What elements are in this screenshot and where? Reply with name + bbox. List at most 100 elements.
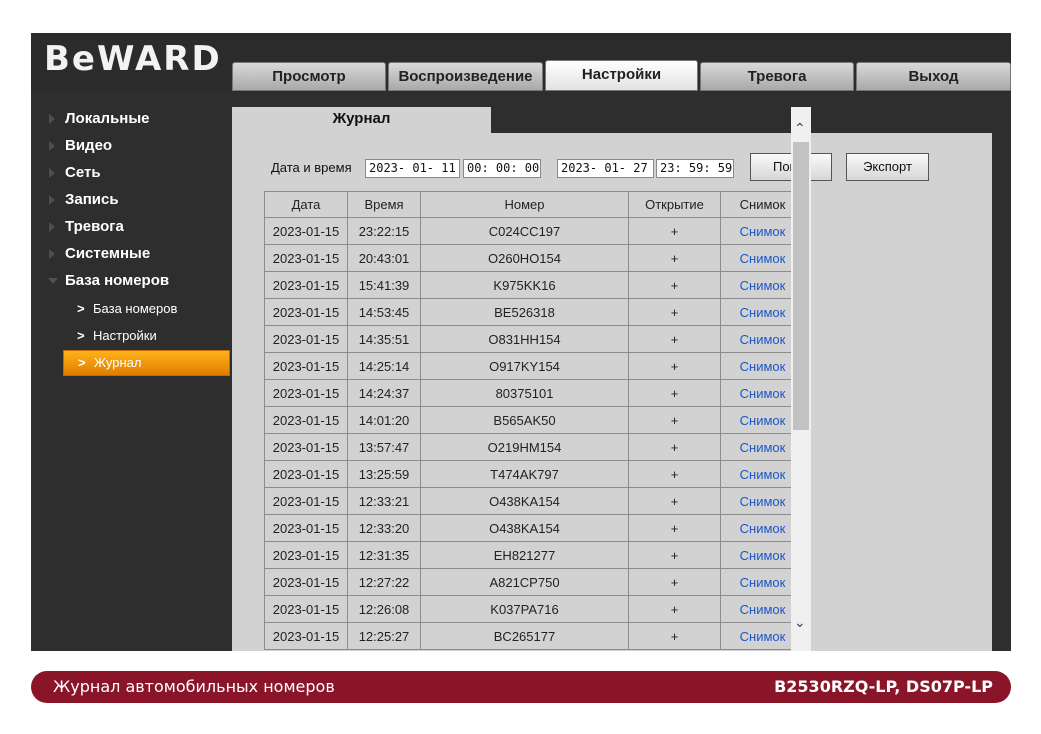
sidebar: Локальные Видео Сеть Запись Тревога Сист… — [31, 105, 231, 651]
cell-open: + — [628, 352, 721, 380]
table-row: 2023-01-15 13:25:59 T474AK797 + Снимок — [264, 460, 805, 488]
cell-date: 2023-01-15 — [264, 406, 348, 434]
app-window: BeWARD Просмотр Воспроизведение Настройк… — [31, 33, 1011, 651]
table-row: 2023-01-15 23:22:15 C024CC197 + Снимок — [264, 217, 805, 245]
triangle-right-icon — [49, 141, 55, 151]
log-table-body: 2023-01-15 23:22:15 C024CC197 + Снимок 2023-0… — [264, 217, 805, 650]
cell-number: 80375101 — [420, 379, 629, 407]
cell-date: 2023-01-15 — [264, 217, 348, 245]
cell-time: 13:57:47 — [347, 433, 421, 461]
cell-number: O831HH154 — [420, 325, 629, 353]
cell-date: 2023-01-15 — [264, 244, 348, 272]
chevron-right-icon: > — [77, 328, 85, 343]
triangle-right-icon — [49, 249, 55, 259]
table-row: 2023-01-15 12:25:27 BC265177 + Снимок — [264, 622, 805, 650]
start-date-field[interactable]: 2023- 01- 11 — [365, 159, 460, 178]
cell-open: + — [628, 460, 721, 488]
content-panel: Журнал Дата и время 2023- 01- 11 00: 00:… — [232, 107, 992, 651]
tab-view[interactable]: Просмотр — [232, 62, 386, 91]
sidebar-item-record[interactable]: Запись — [49, 189, 119, 211]
scroll-down-icon[interactable]: ⌄ — [794, 615, 806, 629]
cell-open: + — [628, 433, 721, 461]
cell-time: 13:25:59 — [347, 460, 421, 488]
cell-time: 12:26:08 — [347, 595, 421, 623]
table-row: 2023-01-15 12:27:22 A821CP750 + Снимок — [264, 568, 805, 596]
cell-date: 2023-01-15 — [264, 541, 348, 569]
cell-time: 20:43:01 — [347, 244, 421, 272]
cell-open: + — [628, 541, 721, 569]
triangle-right-icon — [49, 195, 55, 205]
table-row: 2023-01-15 12:33:21 O438KA154 + Снимок — [264, 487, 805, 515]
cell-number: O917KY154 — [420, 352, 629, 380]
col-header-date: Дата — [264, 191, 348, 218]
footer-caption: Журнал автомобильных номеров — [53, 677, 335, 696]
cell-time: 12:33:20 — [347, 514, 421, 542]
cell-date: 2023-01-15 — [264, 568, 348, 596]
footer-bar: Журнал автомобильных номеров B2530RZQ-LP… — [31, 671, 1011, 703]
cell-date: 2023-01-15 — [264, 622, 348, 650]
chevron-right-icon: > — [77, 301, 85, 316]
cell-date: 2023-01-15 — [264, 298, 348, 326]
start-time-field[interactable]: 00: 00: 00 — [463, 159, 541, 178]
sidebar-item-system[interactable]: Системные — [49, 243, 150, 265]
sidebar-subitem-plates-db[interactable]: > База номеров — [63, 297, 230, 321]
export-button[interactable]: Экспорт — [846, 153, 929, 181]
cell-number: BE526318 — [420, 298, 629, 326]
cell-number: C024CC197 — [420, 217, 629, 245]
table-row: 2023-01-15 12:33:20 O438KA154 + Снимок — [264, 514, 805, 542]
scroll-up-icon[interactable]: ⌃ — [794, 121, 806, 135]
tab-playback[interactable]: Воспроизведение — [388, 62, 543, 91]
cell-number: K975KK16 — [420, 271, 629, 299]
header: BeWARD Просмотр Воспроизведение Настройк… — [31, 33, 1011, 92]
cell-time: 23:22:15 — [347, 217, 421, 245]
col-header-open: Открытие — [628, 191, 721, 218]
cell-open: + — [628, 406, 721, 434]
cell-time: 12:25:27 — [347, 622, 421, 650]
beward-logo: BeWARD — [44, 39, 222, 79]
col-header-number: Номер — [420, 191, 629, 218]
cell-time: 14:35:51 — [347, 325, 421, 353]
tab-alarm[interactable]: Тревога — [700, 62, 854, 91]
tab-logout[interactable]: Выход — [856, 62, 1011, 91]
triangle-down-icon — [48, 278, 58, 284]
cell-open: + — [628, 595, 721, 623]
scroll-thumb[interactable] — [793, 142, 809, 430]
table-row: 2023-01-15 20:43:01 O260HO154 + Снимок — [264, 244, 805, 272]
cell-date: 2023-01-15 — [264, 460, 348, 488]
cell-date: 2023-01-15 — [264, 352, 348, 380]
cell-date: 2023-01-15 — [264, 271, 348, 299]
cell-open: + — [628, 568, 721, 596]
tab-journal[interactable]: Журнал — [232, 107, 491, 133]
cell-number: EH821277 — [420, 541, 629, 569]
content-tabbar: Журнал — [232, 107, 992, 133]
end-date-field[interactable]: 2023- 01- 27 — [557, 159, 654, 178]
cell-number: A821CP750 — [420, 568, 629, 596]
table-row: 2023-01-15 14:24:37 80375101 + Снимок — [264, 379, 805, 407]
cell-open: + — [628, 487, 721, 515]
footer-model: B2530RZQ-LP, DS07P-LP — [774, 677, 993, 696]
tab-settings[interactable]: Настройки — [545, 60, 698, 91]
cell-open: + — [628, 217, 721, 245]
cell-number: T474AK797 — [420, 460, 629, 488]
sidebar-item-network[interactable]: Сеть — [49, 162, 101, 184]
cell-open: + — [628, 244, 721, 272]
sidebar-subitem-journal[interactable]: > Журнал — [63, 350, 230, 376]
table-row: 2023-01-15 15:41:39 K975KK16 + Снимок — [264, 271, 805, 299]
cell-time: 15:41:39 — [347, 271, 421, 299]
sidebar-item-video[interactable]: Видео — [49, 135, 112, 157]
sidebar-item-alarm[interactable]: Тревога — [49, 216, 124, 238]
table-row: 2023-01-15 14:53:45 BE526318 + Снимок — [264, 298, 805, 326]
scrollbar[interactable]: ⌃ ⌄ — [791, 107, 811, 651]
chevron-right-icon: > — [78, 355, 86, 370]
cell-time: 14:24:37 — [347, 379, 421, 407]
cell-date: 2023-01-15 — [264, 379, 348, 407]
sidebar-item-plates[interactable]: База номеров — [48, 270, 169, 292]
sidebar-subitem-settings[interactable]: > Настройки — [63, 324, 230, 348]
cell-time: 12:27:22 — [347, 568, 421, 596]
cell-open: + — [628, 298, 721, 326]
sidebar-item-local[interactable]: Локальные — [49, 108, 150, 130]
cell-open: + — [628, 622, 721, 650]
cell-number: O260HO154 — [420, 244, 629, 272]
table-row: 2023-01-15 14:01:20 B565AK50 + Снимок — [264, 406, 805, 434]
end-time-field[interactable]: 23: 59: 59 — [656, 159, 734, 178]
